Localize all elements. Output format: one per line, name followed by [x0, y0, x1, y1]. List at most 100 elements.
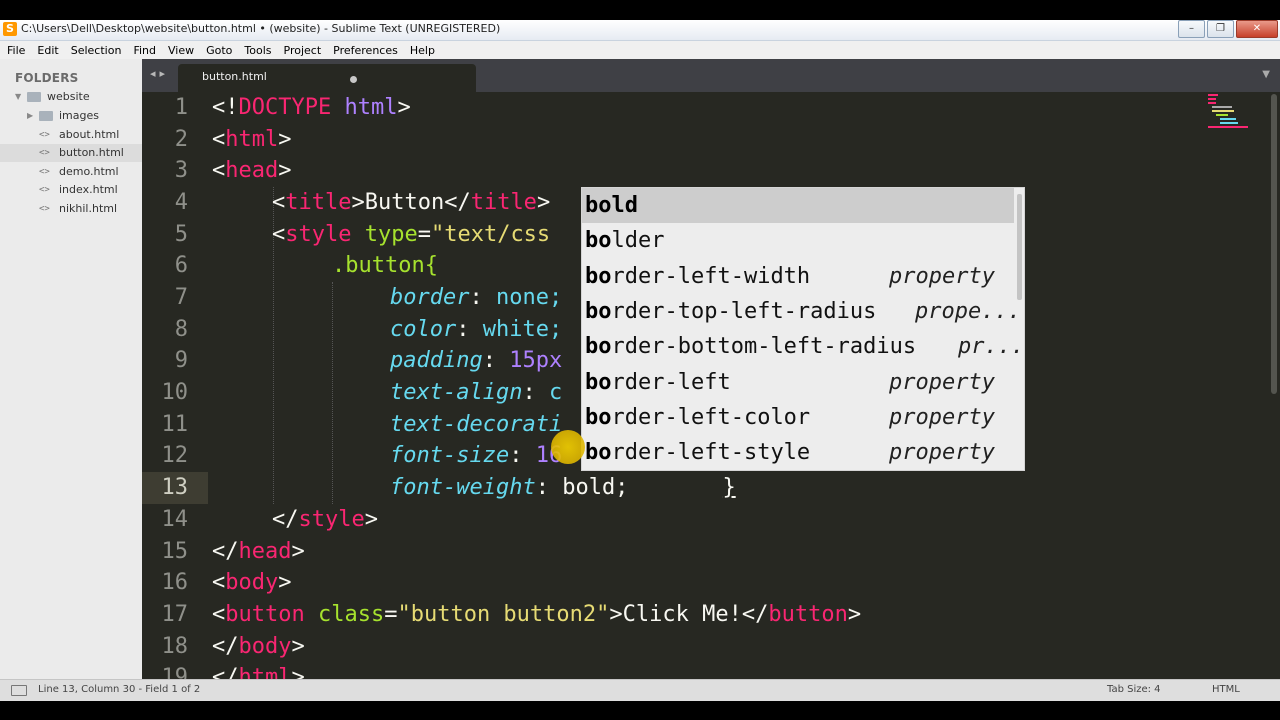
line-number: 4 [174, 190, 188, 215]
syntax-selector[interactable]: HTML [1212, 684, 1240, 695]
indent-guide [332, 282, 333, 504]
vertical-scrollbar[interactable] [1268, 92, 1280, 679]
menu-bar: File Edit Selection Find View Goto Tools… [0, 41, 1280, 59]
sidebar-folder-website[interactable]: ▼ website [0, 88, 142, 106]
line-number: 14 [161, 507, 189, 532]
code-line-17: <button class="button button2">Click Me!… [212, 602, 862, 627]
line-number: 16 [161, 570, 189, 595]
panel-toggle-icon[interactable] [11, 685, 27, 696]
menu-project[interactable]: Project [278, 44, 328, 57]
line-number: 6 [174, 253, 188, 278]
cursor-position: Line 13, Column 30 - Field 1 of 2 [38, 684, 201, 695]
line-number: 7 [174, 285, 188, 310]
unsaved-dot-icon[interactable] [350, 76, 357, 83]
code-line-16: <body> [212, 570, 292, 595]
code-line-9: padding: 15px [390, 348, 563, 373]
code-line-7: border: none; [390, 285, 563, 310]
line-number: 5 [174, 222, 188, 247]
line-number-gutter: 1 2 3 4 5 6 7 8 9 10 11 12 13 14 15 16 1… [142, 92, 202, 679]
sidebar-item-label: website [47, 90, 90, 103]
code-line-8: color: white; [390, 317, 563, 342]
code-line-15: </head> [212, 539, 305, 564]
line-number: 8 [174, 317, 188, 342]
code-line-3: <head> [212, 158, 292, 183]
autocomplete-item-border-left-width[interactable]: border-left-width property [582, 259, 1014, 294]
autocomplete-item-border-left-style[interactable]: border-left-style property [582, 435, 1014, 470]
code-line-6: .button{ [332, 253, 438, 278]
menu-tools[interactable]: Tools [238, 44, 277, 57]
code-line-1: <!DOCTYPE html> [212, 95, 411, 120]
line-number: 3 [174, 158, 188, 183]
status-bar: Line 13, Column 30 - Field 1 of 2 Tab Si… [0, 679, 1280, 701]
code-line-13: font-weight: bold;} [390, 475, 736, 500]
menu-view[interactable]: View [162, 44, 200, 57]
sidebar-item-label: button.html [59, 146, 124, 159]
tab-dropdown-icon[interactable]: ▼ [1262, 69, 1270, 80]
sidebar-item-label: images [59, 109, 99, 122]
nav-back-icon[interactable]: ◂ [150, 67, 160, 80]
tab-label: button.html [202, 70, 267, 83]
sidebar-file-about[interactable]: <> about.html [0, 126, 142, 144]
nav-forward-icon[interactable]: ▸ [160, 67, 170, 80]
menu-file[interactable]: File [0, 44, 31, 57]
code-line-5: <style type="text/css [272, 222, 551, 247]
line-number-current: 13 [161, 475, 189, 500]
autocomplete-item-border-bottom-left-radius[interactable]: border-bottom-left-radius pr... [582, 329, 1024, 364]
sidebar-folder-images[interactable]: ▶ images [0, 107, 142, 125]
auto-closing-brace: } [722, 475, 736, 500]
scrollbar-thumb[interactable] [1271, 94, 1277, 394]
menu-preferences[interactable]: Preferences [327, 44, 404, 57]
code-line-2: <html> [212, 127, 292, 152]
line-number: 19 [161, 665, 189, 679]
line-number: 11 [161, 412, 189, 437]
maximize-button[interactable]: ❐ [1207, 20, 1234, 38]
autocomplete-item-border-left-color[interactable]: border-left-color property [582, 400, 1014, 435]
line-number: 2 [174, 127, 188, 152]
menu-edit[interactable]: Edit [31, 44, 64, 57]
code-line-4: <title>Button</title> [272, 190, 551, 215]
autocomplete-item-bold[interactable]: bold [582, 188, 1014, 223]
menu-help[interactable]: Help [404, 44, 441, 57]
close-button[interactable]: ✕ [1236, 20, 1278, 38]
autocomplete-popup: bold bolder border-left-width property bo… [581, 187, 1025, 471]
title-bar: S C:\Users\Dell\Desktop\website\button.h… [0, 20, 1280, 41]
window-title: C:\Users\Dell\Desktop\website\button.htm… [21, 22, 501, 35]
autocomplete-item-border-left[interactable]: border-left property [582, 365, 1014, 400]
tab-bar: ◂▸ button.html ▼ [142, 59, 1280, 92]
folder-icon [39, 111, 53, 121]
menu-selection[interactable]: Selection [65, 44, 128, 57]
code-line-10: text-align: c [390, 380, 563, 405]
sidebar: FOLDERS ▼ website ▶ images <> about.html… [0, 59, 143, 679]
sublime-window: S C:\Users\Dell\Desktop\website\button.h… [0, 0, 1280, 720]
autocomplete-item-border-top-left-radius[interactable]: border-top-left-radius prope... [582, 294, 1021, 329]
code-file-icon: <> [39, 204, 50, 214]
line-number: 9 [174, 348, 188, 373]
code-line-14: </style> [272, 507, 378, 532]
sidebar-file-nikhil[interactable]: <> nikhil.html [0, 200, 142, 218]
line-number: 18 [161, 634, 189, 659]
sidebar-file-button[interactable]: <> button.html [0, 144, 142, 162]
minimap[interactable] [1206, 92, 1256, 132]
menu-goto[interactable]: Goto [200, 44, 238, 57]
menu-find[interactable]: Find [127, 44, 162, 57]
sidebar-item-label: about.html [59, 128, 120, 141]
mouse-cursor-highlight [551, 430, 585, 464]
code-line-11: text-decorati [390, 412, 563, 437]
sublime-app-icon: S [3, 22, 17, 36]
autocomplete-scrollbar[interactable] [1017, 194, 1022, 300]
sidebar-item-label: demo.html [59, 165, 119, 178]
window-controls: – ❐ ✕ [1178, 20, 1278, 38]
minimize-button[interactable]: – [1178, 20, 1205, 38]
code-file-icon: <> [39, 167, 50, 177]
line-number: 17 [161, 602, 189, 627]
line-number: 10 [161, 380, 189, 405]
folders-heading: FOLDERS [15, 71, 79, 85]
code-file-icon: <> [39, 130, 50, 140]
sidebar-file-index[interactable]: <> index.html [0, 181, 142, 199]
tab-size-selector[interactable]: Tab Size: 4 [1107, 684, 1161, 695]
tab-button-html[interactable]: button.html [178, 64, 476, 92]
sidebar-item-label: nikhil.html [59, 202, 118, 215]
tab-navigation: ◂▸ [150, 67, 169, 80]
autocomplete-item-bolder[interactable]: bolder [582, 223, 1014, 258]
sidebar-file-demo[interactable]: <> demo.html [0, 163, 142, 181]
